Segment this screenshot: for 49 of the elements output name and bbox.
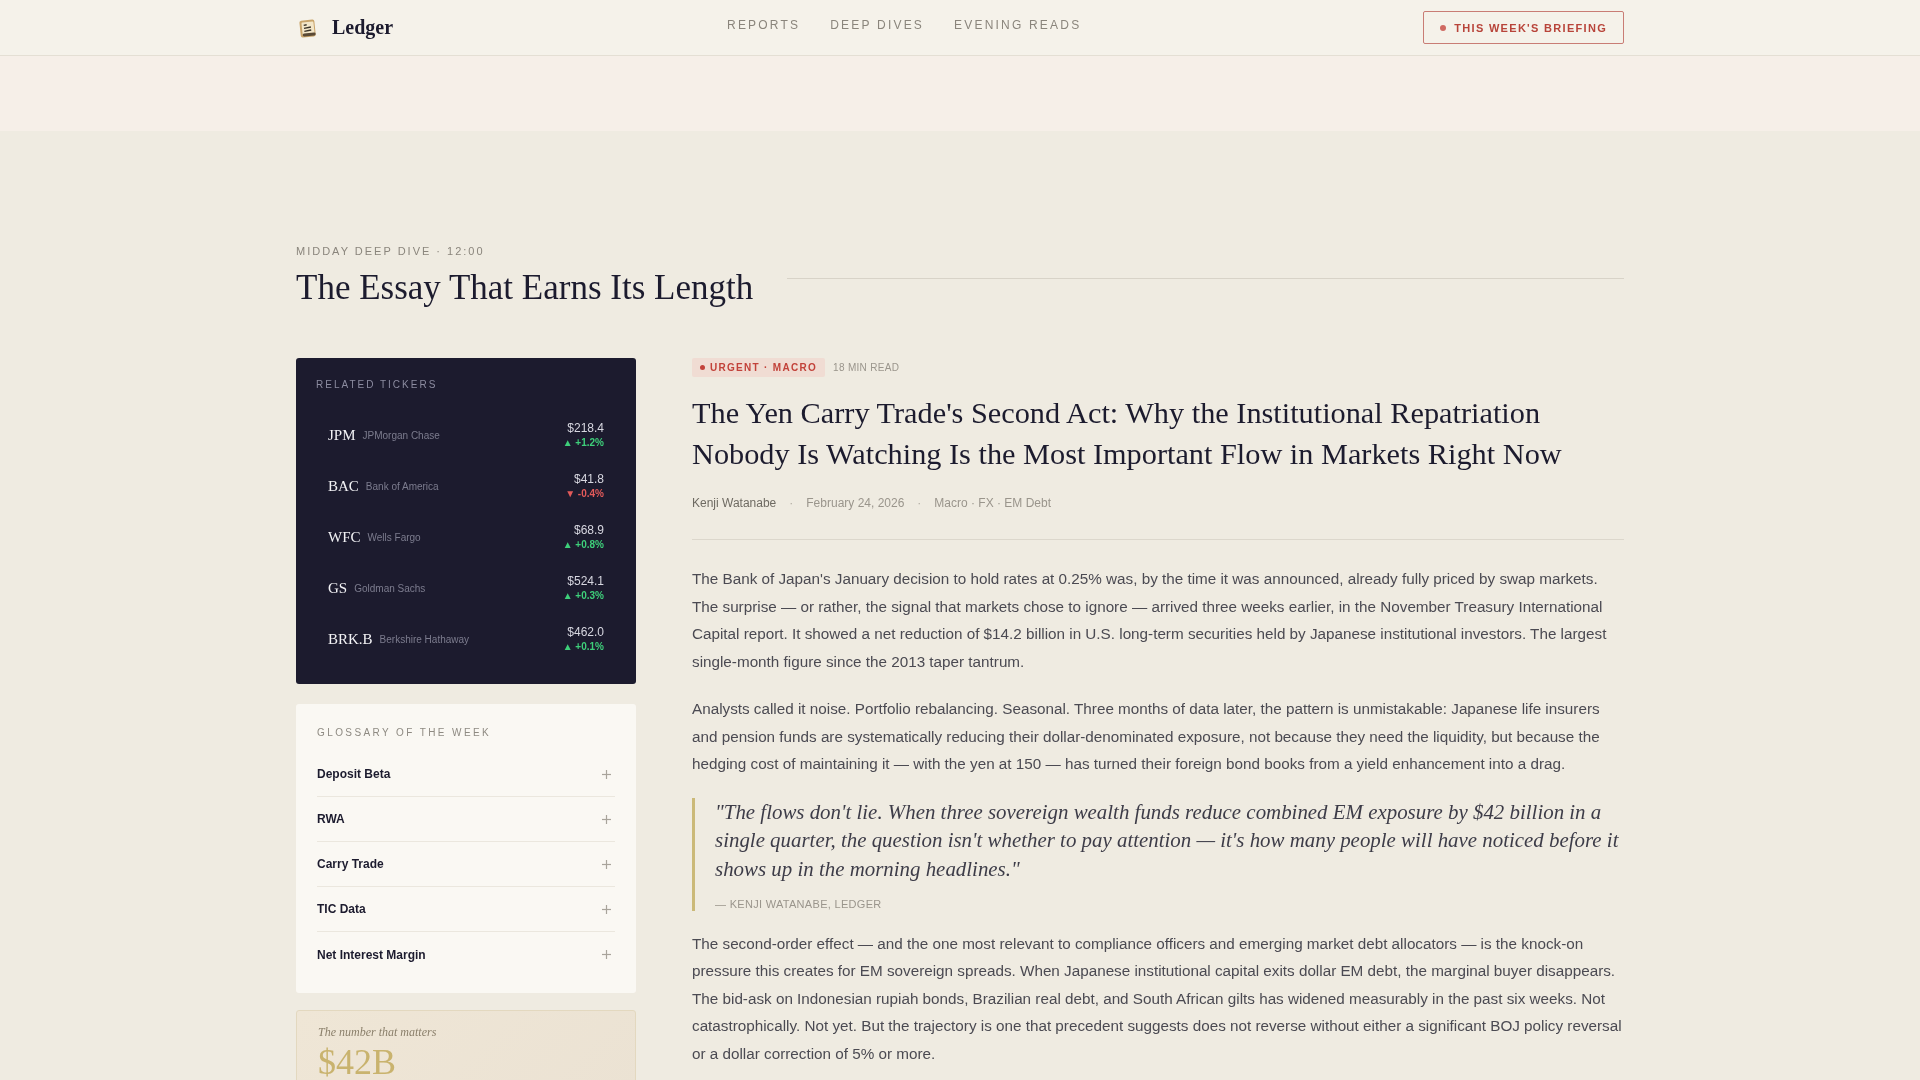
category-badge: URGENT · MACRO: [692, 358, 826, 377]
price-change: ▲ +0.8%: [562, 538, 604, 552]
quote-text: "The flows don't lie. When three sovereign wealth funds reduce combined EM exposure by $42 billion in a single quarter, the question isn't whether to pay attention — it's how many people will have noticed before it shows up in the morning headlines.": [715, 798, 1620, 884]
author-name: Kenji Watanabe: [692, 495, 777, 511]
panel-title: GLOSSARY OF THE WEEK: [317, 726, 493, 740]
glossary-item[interactable]: Net Interest Margin: [317, 932, 615, 977]
stat-value: $42B: [318, 1045, 397, 1079]
ticker-price: $68.9: [573, 523, 604, 538]
ticker-price: $462.0: [567, 625, 604, 640]
topic-tags: Macro · FX · EM Debt: [934, 495, 1052, 511]
ticker-price: $218.4: [567, 421, 604, 436]
panel-title: RELATED TICKERS: [316, 378, 439, 392]
quote-attribution: — KENJI WATANABE, LEDGER: [715, 896, 883, 911]
newspaper-icon: [298, 17, 318, 38]
ticker-price: $524.1: [567, 574, 604, 589]
ticker-symbol: JPM: [328, 427, 356, 444]
body-paragraph: The Bank of Japan's January decision to hold rates at 0.25% was, by the time it was announced, already fully priced by swap markets. The surprise — or rather, the signal that markets chose to ignore — arrived three weeks earlier, in the November Treasury International Capital report. It showed a net reduction of $14.2 billion in U.S. long-term securities held by Japanese institutional investors. The largest single-month figure since the 2013 taper tantrum.: [692, 569, 1608, 672]
ticker-symbol: BAC: [328, 478, 359, 495]
body-paragraph: The second-order effect — and the one most relevant to compliance officers and emerging market debt allocators — is the knock-on pressure this creates for EM sovereign spreads. When Japanese institutional capital exits dollar EM debt, the marginal buyer disappears. The bid-ask on Indonesian rupiah bonds, Brazilian real debt, and South African gilts has widened measurably in the past six weeks. Not catastrophically. Not yet. But the trajectory is one that precedent suggests does not reverse without either a significant BOJ policy reversal or a dollar correction of 5% or more.: [692, 933, 1623, 1064]
glossary-item[interactable]: RWA: [317, 797, 615, 842]
logo-wordmark[interactable]: Ledger: [332, 16, 394, 39]
company-name: Wells Fargo: [367, 532, 421, 543]
stat-label: The number that matters: [318, 1025, 438, 1040]
separator-dot: ·: [917, 495, 922, 511]
price-change: ▲ +1.2%: [562, 436, 604, 450]
body-paragraph: Analysts called it noise. Portfolio rebalancing. Seasonal. Three months of data later, the pattern is unmistakable: Japanese life insurers and pension funds are systematically reducing their dollar-denominated exposure, not because they need the liquidity, but because the hedging cost of maintaining it — with the yen at 150 — has turned their foreign bond books from a yield enhancement into a drag.: [692, 699, 1601, 774]
article-title: The Yen Carry Trade's Second Act: Why the Institutional Repatriation Nobody Is Watching Is the Most Important Flow in Markets Right Now: [692, 395, 1563, 473]
ticker-price: $41.8: [573, 472, 604, 487]
price-change: ▼ -0.4%: [565, 487, 604, 501]
ticker-symbol: BRK.B: [328, 631, 373, 648]
price-change: ▲ +0.3%: [562, 589, 604, 603]
section-title: The Essay That Earns Its Length: [296, 267, 754, 309]
glossary-item[interactable]: Deposit Beta: [317, 752, 615, 797]
company-name: JPMorgan Chase: [362, 430, 440, 441]
company-name: Bank of America: [365, 481, 439, 492]
briefing-button[interactable]: THIS WEEK'S BRIEFING: [1423, 11, 1624, 44]
dot-icon: [700, 365, 705, 370]
ticker-symbol: GS: [328, 580, 348, 597]
glossary-item[interactable]: Carry Trade: [317, 842, 615, 887]
company-name: Goldman Sachs: [354, 583, 426, 594]
read-time: 18 MIN READ: [833, 362, 900, 373]
glossary-item[interactable]: TIC Data: [317, 887, 615, 932]
section-eyebrow: MIDDAY DEEP DIVE · 12:00: [296, 244, 486, 258]
company-name: Berkshire Hathaway: [379, 634, 470, 645]
price-change: ▲ +0.1%: [562, 640, 604, 654]
separator-dot: ·: [789, 495, 794, 511]
ticker-symbol: WFC: [328, 529, 361, 546]
publish-date: February 24, 2026: [806, 495, 905, 511]
dot-icon: [1440, 24, 1447, 31]
